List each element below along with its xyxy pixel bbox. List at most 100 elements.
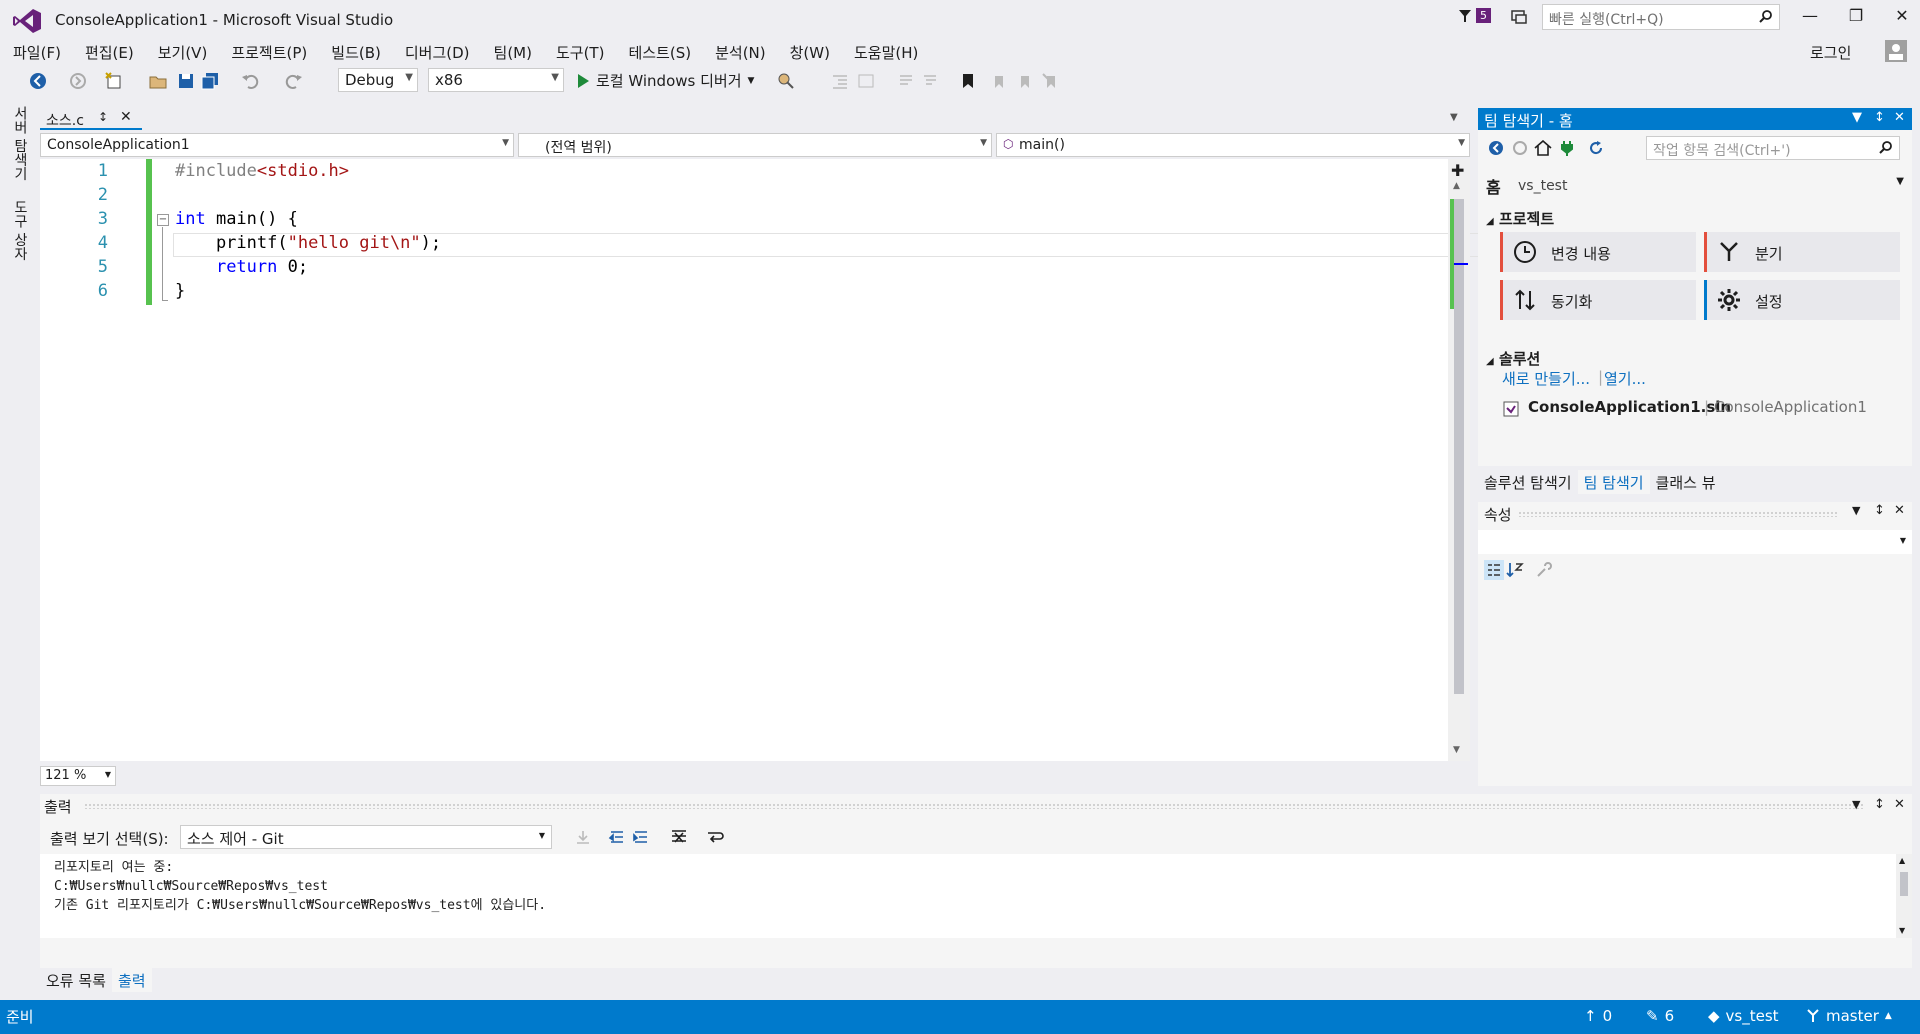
solution-section-header[interactable]: ◢ 솔루션: [1486, 348, 1540, 369]
settings-tile[interactable]: 설정: [1704, 280, 1900, 320]
previous-bookmark-icon[interactable]: [988, 71, 1008, 91]
chevron-down-icon[interactable]: ▼: [1852, 798, 1860, 811]
chevron-down-icon[interactable]: ▼: [1896, 176, 1904, 187]
refresh-icon[interactable]: [1588, 140, 1604, 156]
editor-vertical-scrollbar[interactable]: ▲ ▼: [1448, 159, 1470, 761]
menu-debug[interactable]: 디버그(D): [398, 40, 477, 64]
menu-help[interactable]: 도움말(H): [847, 40, 925, 64]
work-item-search-input[interactable]: 작업 항목 검색(Ctrl+'): [1646, 136, 1900, 160]
output-vertical-scrollbar[interactable]: ▲ ▼: [1896, 854, 1912, 938]
find-in-files-icon[interactable]: [776, 71, 796, 91]
close-icon[interactable]: ✕: [120, 109, 132, 125]
server-explorer-tab[interactable]: 서버 탐색기: [10, 106, 30, 180]
restore-icon[interactable]: ❐: [1846, 6, 1866, 25]
notification-button[interactable]: 5: [1458, 8, 1491, 23]
go-to-previous-message-icon[interactable]: [608, 828, 626, 846]
scroll-down-icon[interactable]: ▼: [1899, 926, 1905, 935]
uncomment-icon[interactable]: [920, 71, 940, 91]
tab-class-view[interactable]: 클래스 뷰: [1650, 470, 1722, 494]
pin-icon[interactable]: ↕: [1874, 503, 1885, 518]
menu-file[interactable]: 파일(F): [6, 40, 68, 64]
quick-launch-input[interactable]: 빠른 실행(Ctrl+Q): [1542, 4, 1780, 30]
configuration-select[interactable]: Debug ▼: [338, 68, 418, 92]
menu-window[interactable]: 창(W): [783, 40, 837, 64]
home-icon[interactable]: [1534, 140, 1552, 156]
clear-all-icon[interactable]: [670, 828, 688, 846]
project-section-header[interactable]: ◢ 프로젝트: [1486, 208, 1554, 229]
minimize-icon[interactable]: —: [1800, 6, 1820, 25]
pin-icon[interactable]: ↕: [1874, 797, 1885, 812]
repository-button[interactable]: ◆ vs_test: [1708, 1007, 1779, 1025]
go-to-next-message-icon[interactable]: [632, 828, 650, 846]
clear-bookmarks-icon[interactable]: [1040, 71, 1060, 91]
navigate-forward-icon[interactable]: [68, 71, 88, 91]
new-solution-link[interactable]: 새로 만들기...: [1502, 368, 1590, 389]
navigate-forward-icon[interactable]: [1512, 140, 1528, 156]
categorized-icon[interactable]: [1484, 560, 1504, 580]
new-project-icon[interactable]: [104, 71, 124, 91]
navigate-back-icon[interactable]: [28, 71, 48, 91]
scroll-up-icon[interactable]: ▲: [1899, 856, 1905, 865]
unpublished-commits-button[interactable]: ↑ 0: [1584, 1007, 1612, 1025]
member-dropdown[interactable]: ⬡ main() ▼: [996, 133, 1470, 157]
bookmark-icon[interactable]: [958, 71, 978, 91]
toolbox-tab[interactable]: 도구 상자: [10, 200, 30, 260]
connect-plug-icon[interactable]: [1560, 140, 1574, 156]
login-link[interactable]: 로그인: [1810, 42, 1851, 63]
properties-object-select[interactable]: ▼: [1478, 530, 1912, 554]
tab-team-explorer[interactable]: 팀 탐색기: [1577, 470, 1650, 494]
save-all-icon[interactable]: [200, 71, 220, 91]
start-debugging-button[interactable]: 로컬 Windows 디버거 ▼: [576, 70, 754, 91]
menu-tools[interactable]: 도구(T): [549, 40, 611, 64]
pin-icon[interactable]: ↕: [98, 110, 108, 124]
chevron-down-icon[interactable]: ▼: [1852, 110, 1862, 125]
close-icon[interactable]: ✕: [1892, 6, 1912, 25]
property-pages-icon[interactable]: [1536, 562, 1552, 578]
solution-file-name[interactable]: ConsoleApplication1.sln: [1528, 398, 1731, 416]
comment-icon[interactable]: [896, 71, 916, 91]
navigate-back-icon[interactable]: [1488, 140, 1504, 156]
tab-solution-explorer[interactable]: 솔루션 탐색기: [1478, 470, 1578, 494]
split-window-icon[interactable]: ✚: [1451, 161, 1464, 180]
open-file-icon[interactable]: [148, 71, 168, 91]
scrollbar-thumb[interactable]: [1454, 199, 1464, 694]
collapse-outline-icon[interactable]: −: [157, 214, 169, 226]
scope-dropdown[interactable]: (전역 범위) ▼: [518, 133, 992, 157]
menu-project[interactable]: 프로젝트(P): [224, 40, 314, 64]
document-list-dropdown-icon[interactable]: ▼: [1450, 112, 1458, 123]
chevron-down-icon[interactable]: ▼: [1852, 504, 1860, 517]
close-icon[interactable]: ✕: [1894, 503, 1905, 518]
scrollbar-thumb[interactable]: [1900, 872, 1908, 896]
word-wrap-icon[interactable]: [706, 828, 724, 846]
zoom-select[interactable]: 121 % ▼: [40, 766, 116, 786]
save-icon[interactable]: [176, 71, 196, 91]
undo-icon[interactable]: [240, 71, 260, 91]
account-avatar-icon[interactable]: [1885, 40, 1907, 62]
menu-test[interactable]: 테스트(S): [621, 40, 698, 64]
code-editor[interactable]: 1 2 3 4 5 6 − #include<stdio.h> int main…: [40, 159, 1483, 761]
feedback-icon[interactable]: [1510, 8, 1528, 26]
menu-team[interactable]: 팀(M): [487, 40, 539, 64]
menu-edit[interactable]: 편집(E): [78, 40, 141, 64]
tab-output[interactable]: 출력: [111, 968, 152, 992]
outdent-icon[interactable]: [856, 71, 876, 91]
close-icon[interactable]: ✕: [1894, 797, 1905, 812]
output-text[interactable]: 리포지토리 여는 중: C:₩Users₩nullc₩Source₩Repos₩…: [40, 854, 1896, 938]
menu-build[interactable]: 빌드(B): [324, 40, 388, 64]
branches-tile[interactable]: 분기: [1704, 232, 1900, 272]
pin-icon[interactable]: ↕: [1874, 110, 1885, 125]
scroll-up-icon[interactable]: ▲: [1453, 181, 1460, 191]
document-tab[interactable]: 소스.c ↕ ✕: [40, 108, 142, 130]
sync-tile[interactable]: 동기화: [1500, 280, 1696, 320]
open-solution-link[interactable]: 열기...: [1604, 368, 1646, 389]
platform-select[interactable]: x86 ▼: [428, 68, 564, 92]
changes-tile[interactable]: 변경 내용: [1500, 232, 1696, 272]
menu-analyze[interactable]: 분석(N): [708, 40, 773, 64]
output-source-select[interactable]: 소스 제어 - Git ▼: [180, 825, 552, 849]
close-icon[interactable]: ✕: [1894, 110, 1905, 125]
find-message-icon[interactable]: [574, 828, 592, 846]
pending-changes-button[interactable]: ✎ 6: [1646, 1007, 1674, 1025]
scroll-down-icon[interactable]: ▼: [1453, 745, 1460, 755]
menu-view[interactable]: 보기(V): [151, 40, 215, 64]
alphabetical-icon[interactable]: [1506, 560, 1526, 580]
